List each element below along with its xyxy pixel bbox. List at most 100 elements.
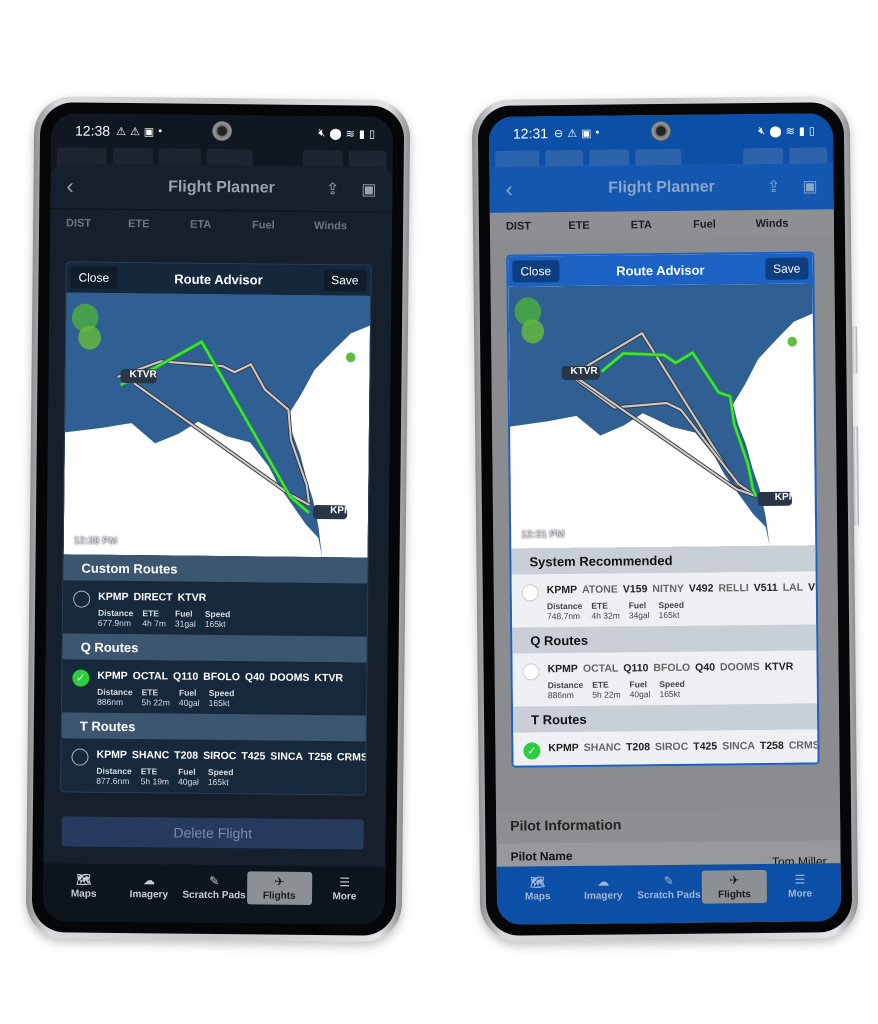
tab-flights[interactable]: ✈ Flights [701, 869, 768, 904]
floppy-disk-icon[interactable]: ▣ [361, 179, 376, 199]
metric-label: ETE [140, 766, 158, 777]
route-details: KPMP DIRECT KTVR Distance 677.9nm ETE 4h 7m Fue… [98, 589, 357, 631]
radio-unchecked-icon[interactable] [522, 663, 540, 681]
tab-label: Scratch Pads [637, 889, 701, 902]
tab-maps[interactable]: 🗺︎ Maps [505, 872, 571, 906]
tab-label: Flights [718, 889, 751, 901]
modal-header: Close Route Advisor Save [66, 262, 371, 296]
floppy-disk-icon[interactable]: ▣ [802, 176, 817, 196]
phone-right: 12:31 ⊖ ⚠ ▣ • 🔇︎ ⬤ ≋ ▮ ▯ ‹ Flight Planne… [471, 96, 860, 942]
route-fix: KPMP [548, 741, 579, 755]
volume-button [851, 325, 858, 375]
tab-more[interactable]: ☰ More [312, 872, 378, 906]
route-fix: KPMP [547, 662, 578, 676]
metric-value: 4h 7m [142, 618, 167, 629]
metric-speed: Speed 165kt [658, 600, 684, 620]
planner-header: ‹ Flight Planner ⇪ ▣ [50, 163, 393, 213]
metric-distance: Distance 877.6nm [96, 766, 132, 786]
radio-unchecked-icon[interactable] [71, 748, 89, 766]
stat-label: DIST [66, 217, 92, 230]
metric-label: ETE [591, 600, 608, 611]
tab-scratch-pads[interactable]: ✎ Scratch Pads [636, 871, 702, 905]
metric-label: Distance [97, 607, 134, 619]
section-header: T Routes [61, 712, 366, 742]
route-map[interactable]: KTVR KPMP 12:31 PM [508, 283, 816, 549]
stat-label: ETA [190, 218, 212, 231]
close-button[interactable]: Close [512, 260, 560, 283]
route-fix: T208 [626, 741, 651, 754]
chevron-left-icon[interactable]: ‹ [66, 173, 74, 199]
tab-imagery[interactable]: ☁ Imagery [116, 870, 182, 904]
phone-left: 12:38 ⚠ ⚠ ▣ • 🔇︎ ⬤ ≋ ▮ ▯ ‹ Flight Planne… [25, 96, 411, 942]
route-option[interactable]: KPMP DIRECT KTVR Distance 677.9nm ETE 4h 7m Fue… [62, 580, 368, 637]
metric-value: 165kt [659, 688, 681, 700]
wifi-icon: ≋ [345, 127, 355, 140]
route-fix: DOOMS [719, 661, 760, 674]
alert-triangle-icon: ⚠ [567, 127, 578, 140]
signal-icon: ▮ [358, 127, 366, 141]
stat-label: Winds [314, 219, 348, 233]
metric-value: 886nm [547, 689, 574, 701]
tab-label: More [788, 888, 813, 900]
stat-label: DIST [505, 220, 532, 233]
route-fix: CRMSN [788, 739, 820, 752]
stat-label: ETA [630, 219, 652, 232]
tab-label: Imagery [129, 889, 169, 901]
route-option[interactable]: ✓ KPMPSHANCT208SIROCT425SINCAT258CRMSNT29… [513, 729, 820, 766]
stat-label: Winds [755, 217, 789, 231]
wifi-icon: ≋ [785, 125, 795, 138]
phone-bezel: 12:31 ⊖ ⚠ ▣ • 🔇︎ ⬤ ≋ ▮ ▯ ‹ Flight Planne… [477, 102, 853, 936]
metric-value: 40gal [177, 776, 199, 787]
metric-label: Speed [204, 608, 231, 620]
share-icon[interactable]: ⇪ [767, 177, 781, 197]
destination-airport-label[interactable]: KTVR [129, 369, 156, 380]
route-fixes: KPMP OCTAL Q110 BFOLO Q40 DOOMS KTVR [547, 659, 806, 678]
metric-value: 4h 32m [591, 610, 620, 621]
route-option[interactable]: KPMPSHANCT208SIROCT425SINCAT258CRMSNT294… [61, 738, 372, 795]
route-advisor-modal: Close Route Advisor Save [506, 251, 820, 768]
metric-value: 165kt [658, 609, 680, 621]
route-option[interactable]: ✓ KPMP OCTAL Q110 BFOLO Q40 DOOMS KTVR Distance 8… [61, 659, 367, 716]
radio-checked-icon[interactable]: ✓ [72, 669, 90, 687]
destination-airport-label[interactable]: KTVR [570, 366, 597, 377]
tab-more[interactable]: ☰ More [767, 869, 833, 903]
metric-distance: Distance 886nm [548, 680, 584, 700]
origin-airport-label[interactable]: KPMP [330, 505, 359, 516]
share-icon[interactable]: ⇪ [326, 179, 340, 199]
route-advisor-modal: Close Route Advisor Save [60, 261, 372, 796]
tab-flights[interactable]: ✈ Flights [246, 871, 313, 906]
section-header: Custom Routes [63, 554, 368, 584]
close-button[interactable]: Close [70, 266, 118, 289]
route-map[interactable]: KTVR KPMP 12:38 PM [63, 292, 371, 558]
route-metrics: Distance 877.6nm ETE 5h 19m Fuel 40gal Speed 16… [96, 766, 371, 790]
phone-screen: 12:38 ⚠ ⚠ ▣ • 🔇︎ ⬤ ≋ ▮ ▯ ‹ Flight Planne… [42, 113, 394, 925]
save-button[interactable]: Save [764, 257, 809, 280]
metric-label: ETE [592, 679, 609, 690]
tab-imagery[interactable]: ☁ Imagery [570, 871, 636, 905]
metric-label: Speed [207, 766, 234, 778]
flight-stats-header: DIST ETE ETA Fuel Winds [50, 209, 392, 241]
tab-scratch-pads[interactable]: ✎ Scratch Pads [181, 871, 247, 905]
chevron-left-icon[interactable]: ‹ [505, 177, 513, 203]
metric-distance: Distance 677.9nm [98, 608, 134, 628]
route-option[interactable]: KPMP OCTAL Q110 BFOLO Q40 DOOMS KTVR Distance 88… [512, 650, 817, 707]
power-button [853, 425, 860, 527]
metric-label: Fuel [178, 687, 197, 698]
radio-unchecked-icon[interactable] [73, 590, 91, 608]
route-fix: T208 [174, 749, 199, 762]
route-details: KPMPSHANCT208SIROCT425SINCAT258CRMSNT294… [548, 736, 819, 759]
route-fix: NITNY [652, 582, 684, 596]
metric-ete: ETE 4h 7m [142, 608, 166, 628]
radio-checked-icon[interactable]: ✓ [523, 742, 541, 760]
metric-speed: Speed 165kt [209, 688, 235, 708]
route-fix: SHANC [131, 749, 170, 762]
metric-value: 886nm [97, 696, 124, 708]
route-metrics: Distance 886nm ETE 5h 22m Fuel 40gal Speed 165k… [548, 678, 807, 700]
route-option[interactable]: KPMPATONEV159NITNYV492RELLIV511LALV7SZWV… [511, 571, 820, 628]
save-button[interactable]: Save [323, 269, 367, 292]
radio-unchecked-icon[interactable] [521, 584, 539, 602]
origin-airport-label[interactable]: KPMP [775, 492, 804, 503]
tab-maps[interactable]: 🗺︎ Maps [51, 869, 117, 903]
pencil-ruler-icon: ✎ [209, 873, 220, 889]
delete-flight-button[interactable]: Delete Flight [61, 816, 364, 850]
